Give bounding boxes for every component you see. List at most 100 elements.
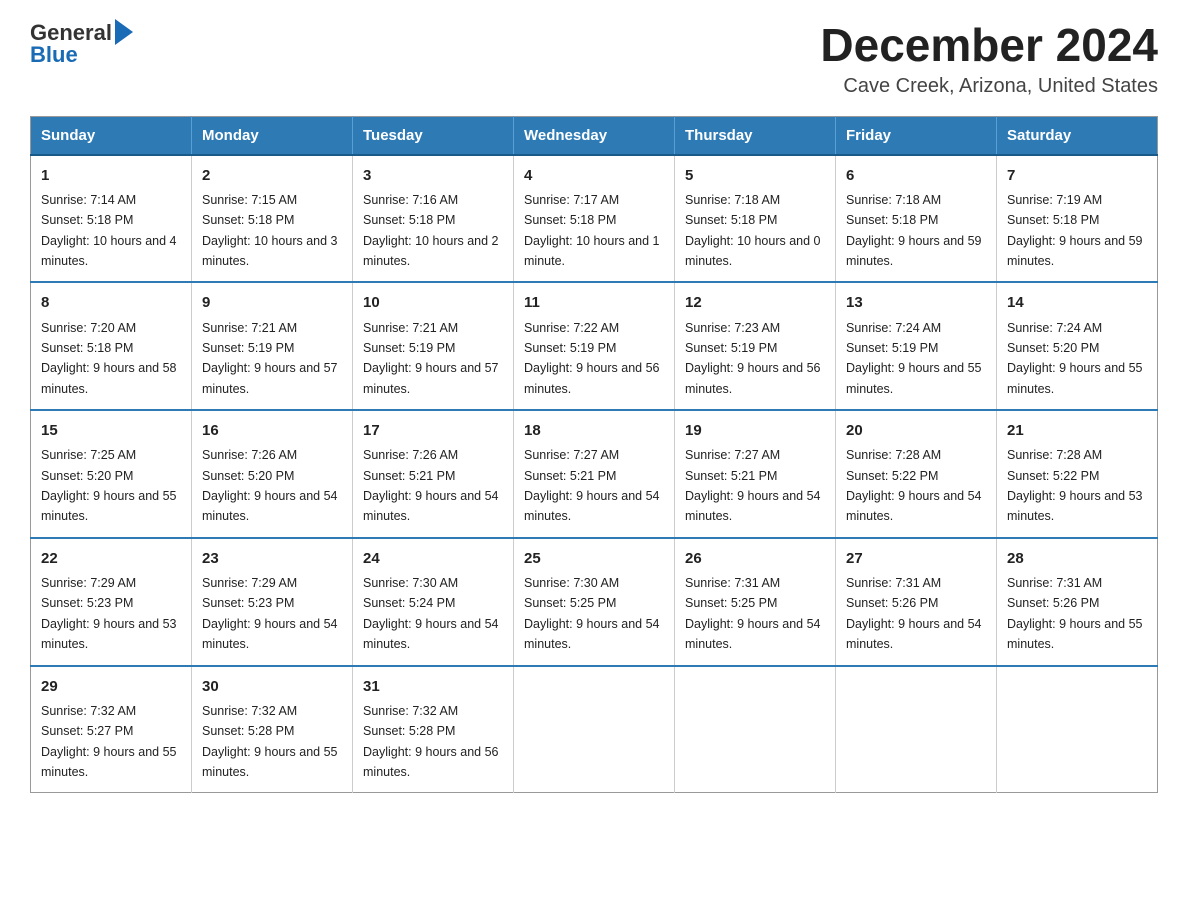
calendar-cell: 7 Sunrise: 7:19 AMSunset: 5:18 PMDayligh…: [997, 155, 1158, 283]
day-info: Sunrise: 7:29 AMSunset: 5:23 PMDaylight:…: [202, 576, 338, 651]
day-info: Sunrise: 7:22 AMSunset: 5:19 PMDaylight:…: [524, 321, 660, 396]
day-number: 14: [1007, 291, 1147, 314]
day-info: Sunrise: 7:18 AMSunset: 5:18 PMDaylight:…: [846, 193, 982, 268]
week-row-4: 22 Sunrise: 7:29 AMSunset: 5:23 PMDaylig…: [31, 538, 1158, 666]
day-info: Sunrise: 7:26 AMSunset: 5:21 PMDaylight:…: [363, 448, 499, 523]
day-number: 25: [524, 547, 664, 570]
calendar-cell: 21 Sunrise: 7:28 AMSunset: 5:22 PMDaylig…: [997, 410, 1158, 538]
calendar-cell: 9 Sunrise: 7:21 AMSunset: 5:19 PMDayligh…: [192, 282, 353, 410]
calendar-cell: 24 Sunrise: 7:30 AMSunset: 5:24 PMDaylig…: [353, 538, 514, 666]
day-number: 20: [846, 419, 986, 442]
calendar-cell: 23 Sunrise: 7:29 AMSunset: 5:23 PMDaylig…: [192, 538, 353, 666]
day-info: Sunrise: 7:31 AMSunset: 5:25 PMDaylight:…: [685, 576, 821, 651]
day-info: Sunrise: 7:30 AMSunset: 5:25 PMDaylight:…: [524, 576, 660, 651]
day-number: 11: [524, 291, 664, 314]
calendar-table: SundayMondayTuesdayWednesdayThursdayFrid…: [30, 116, 1158, 794]
day-number: 24: [363, 547, 503, 570]
page-subtitle: Cave Creek, Arizona, United States: [820, 75, 1158, 98]
day-number: 16: [202, 419, 342, 442]
weekday-header-monday: Monday: [192, 116, 353, 155]
calendar-cell: 8 Sunrise: 7:20 AMSunset: 5:18 PMDayligh…: [31, 282, 192, 410]
calendar-cell: [997, 666, 1158, 793]
day-number: 18: [524, 419, 664, 442]
calendar-cell: 31 Sunrise: 7:32 AMSunset: 5:28 PMDaylig…: [353, 666, 514, 793]
day-info: Sunrise: 7:15 AMSunset: 5:18 PMDaylight:…: [202, 193, 338, 268]
day-number: 28: [1007, 547, 1147, 570]
weekday-header-tuesday: Tuesday: [353, 116, 514, 155]
weekday-header-friday: Friday: [836, 116, 997, 155]
day-number: 23: [202, 547, 342, 570]
day-info: Sunrise: 7:16 AMSunset: 5:18 PMDaylight:…: [363, 193, 499, 268]
day-info: Sunrise: 7:27 AMSunset: 5:21 PMDaylight:…: [524, 448, 660, 523]
day-number: 3: [363, 164, 503, 187]
day-info: Sunrise: 7:17 AMSunset: 5:18 PMDaylight:…: [524, 193, 660, 268]
day-info: Sunrise: 7:32 AMSunset: 5:28 PMDaylight:…: [363, 704, 499, 779]
day-info: Sunrise: 7:31 AMSunset: 5:26 PMDaylight:…: [1007, 576, 1143, 651]
calendar-cell: 1 Sunrise: 7:14 AMSunset: 5:18 PMDayligh…: [31, 155, 192, 283]
day-number: 10: [363, 291, 503, 314]
week-row-5: 29 Sunrise: 7:32 AMSunset: 5:27 PMDaylig…: [31, 666, 1158, 793]
day-number: 27: [846, 547, 986, 570]
calendar-cell: 13 Sunrise: 7:24 AMSunset: 5:19 PMDaylig…: [836, 282, 997, 410]
calendar-cell: 28 Sunrise: 7:31 AMSunset: 5:26 PMDaylig…: [997, 538, 1158, 666]
calendar-cell: 11 Sunrise: 7:22 AMSunset: 5:19 PMDaylig…: [514, 282, 675, 410]
calendar-cell: 22 Sunrise: 7:29 AMSunset: 5:23 PMDaylig…: [31, 538, 192, 666]
page-header: General Blue December 2024 Cave Creek, A…: [30, 20, 1158, 98]
page-title: December 2024: [820, 20, 1158, 71]
weekday-header-thursday: Thursday: [675, 116, 836, 155]
day-info: Sunrise: 7:23 AMSunset: 5:19 PMDaylight:…: [685, 321, 821, 396]
week-row-1: 1 Sunrise: 7:14 AMSunset: 5:18 PMDayligh…: [31, 155, 1158, 283]
weekday-header-row: SundayMondayTuesdayWednesdayThursdayFrid…: [31, 116, 1158, 155]
calendar-cell: 15 Sunrise: 7:25 AMSunset: 5:20 PMDaylig…: [31, 410, 192, 538]
calendar-cell: 18 Sunrise: 7:27 AMSunset: 5:21 PMDaylig…: [514, 410, 675, 538]
day-number: 2: [202, 164, 342, 187]
calendar-body: 1 Sunrise: 7:14 AMSunset: 5:18 PMDayligh…: [31, 155, 1158, 793]
day-number: 12: [685, 291, 825, 314]
logo-blue: Blue: [30, 42, 78, 68]
calendar-cell: 16 Sunrise: 7:26 AMSunset: 5:20 PMDaylig…: [192, 410, 353, 538]
calendar-cell: 30 Sunrise: 7:32 AMSunset: 5:28 PMDaylig…: [192, 666, 353, 793]
calendar-cell: 3 Sunrise: 7:16 AMSunset: 5:18 PMDayligh…: [353, 155, 514, 283]
day-number: 7: [1007, 164, 1147, 187]
day-number: 19: [685, 419, 825, 442]
calendar-cell: 29 Sunrise: 7:32 AMSunset: 5:27 PMDaylig…: [31, 666, 192, 793]
week-row-2: 8 Sunrise: 7:20 AMSunset: 5:18 PMDayligh…: [31, 282, 1158, 410]
day-info: Sunrise: 7:31 AMSunset: 5:26 PMDaylight:…: [846, 576, 982, 651]
weekday-header-wednesday: Wednesday: [514, 116, 675, 155]
day-info: Sunrise: 7:32 AMSunset: 5:28 PMDaylight:…: [202, 704, 338, 779]
day-info: Sunrise: 7:30 AMSunset: 5:24 PMDaylight:…: [363, 576, 499, 651]
day-info: Sunrise: 7:14 AMSunset: 5:18 PMDaylight:…: [41, 193, 177, 268]
day-info: Sunrise: 7:21 AMSunset: 5:19 PMDaylight:…: [363, 321, 499, 396]
day-info: Sunrise: 7:29 AMSunset: 5:23 PMDaylight:…: [41, 576, 177, 651]
day-info: Sunrise: 7:26 AMSunset: 5:20 PMDaylight:…: [202, 448, 338, 523]
day-number: 29: [41, 675, 181, 698]
day-number: 31: [363, 675, 503, 698]
day-number: 15: [41, 419, 181, 442]
calendar-cell: 20 Sunrise: 7:28 AMSunset: 5:22 PMDaylig…: [836, 410, 997, 538]
day-number: 8: [41, 291, 181, 314]
day-number: 30: [202, 675, 342, 698]
day-number: 22: [41, 547, 181, 570]
title-block: December 2024 Cave Creek, Arizona, Unite…: [820, 20, 1158, 98]
day-number: 5: [685, 164, 825, 187]
day-info: Sunrise: 7:24 AMSunset: 5:20 PMDaylight:…: [1007, 321, 1143, 396]
calendar-cell: 4 Sunrise: 7:17 AMSunset: 5:18 PMDayligh…: [514, 155, 675, 283]
day-number: 6: [846, 164, 986, 187]
calendar-cell: 17 Sunrise: 7:26 AMSunset: 5:21 PMDaylig…: [353, 410, 514, 538]
day-info: Sunrise: 7:20 AMSunset: 5:18 PMDaylight:…: [41, 321, 177, 396]
calendar-cell: 27 Sunrise: 7:31 AMSunset: 5:26 PMDaylig…: [836, 538, 997, 666]
week-row-3: 15 Sunrise: 7:25 AMSunset: 5:20 PMDaylig…: [31, 410, 1158, 538]
weekday-header-saturday: Saturday: [997, 116, 1158, 155]
calendar-cell: 26 Sunrise: 7:31 AMSunset: 5:25 PMDaylig…: [675, 538, 836, 666]
day-info: Sunrise: 7:25 AMSunset: 5:20 PMDaylight:…: [41, 448, 177, 523]
logo: General Blue: [30, 20, 133, 68]
day-info: Sunrise: 7:24 AMSunset: 5:19 PMDaylight:…: [846, 321, 982, 396]
day-number: 4: [524, 164, 664, 187]
day-info: Sunrise: 7:28 AMSunset: 5:22 PMDaylight:…: [1007, 448, 1143, 523]
day-info: Sunrise: 7:21 AMSunset: 5:19 PMDaylight:…: [202, 321, 338, 396]
logo-arrow-icon: [115, 19, 133, 45]
calendar-header: SundayMondayTuesdayWednesdayThursdayFrid…: [31, 116, 1158, 155]
calendar-cell: 5 Sunrise: 7:18 AMSunset: 5:18 PMDayligh…: [675, 155, 836, 283]
calendar-cell: 19 Sunrise: 7:27 AMSunset: 5:21 PMDaylig…: [675, 410, 836, 538]
calendar-cell: [675, 666, 836, 793]
